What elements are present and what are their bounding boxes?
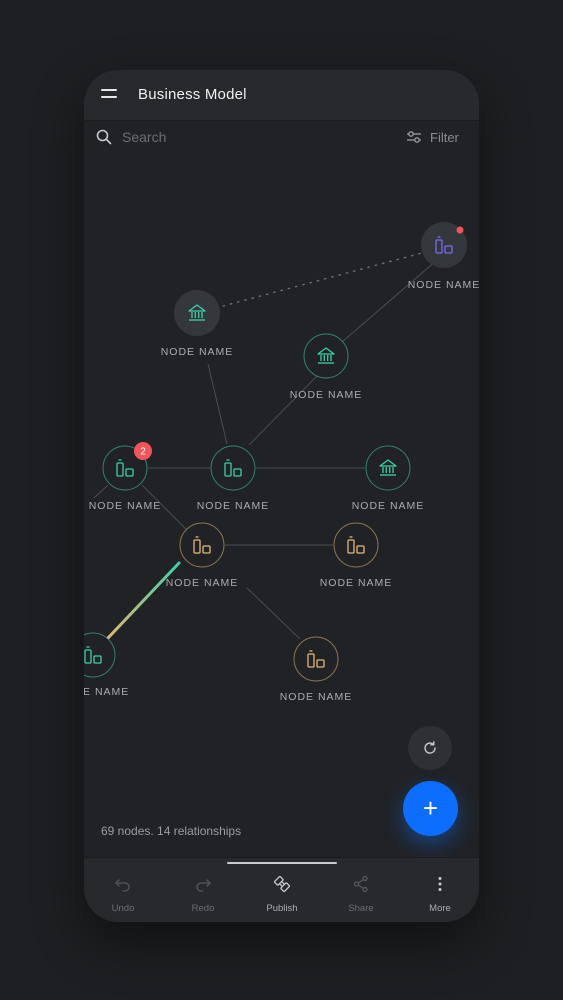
publish-icon (273, 875, 291, 893)
edge-highlight (106, 561, 181, 640)
plus-icon: + (422, 792, 439, 823)
graph-stats: 69 nodes. 14 relationships (101, 824, 242, 838)
publish-button[interactable]: Publish (252, 858, 312, 922)
graph-node[interactable] (365, 445, 411, 491)
graph-node[interactable] (293, 636, 339, 682)
edge (248, 375, 318, 446)
node-label: NODE NAME (84, 686, 130, 698)
share-label: Share (348, 903, 374, 914)
graph-node[interactable] (84, 632, 116, 678)
redo-icon (196, 879, 211, 892)
node-label: NODE NAME (88, 500, 162, 512)
node-label: NODE NAME (289, 389, 363, 401)
edge (207, 363, 228, 445)
more-label: More (429, 903, 451, 914)
notification-dot (456, 226, 464, 234)
graph-node[interactable] (174, 290, 220, 336)
phone-screen: Business Model Filter (84, 70, 479, 922)
edge (341, 259, 438, 343)
node-label: NODE NAME (196, 500, 270, 512)
node-label: NODE NAME (319, 577, 393, 589)
redo-label: Redo (191, 903, 215, 914)
redo-button[interactable]: Redo (173, 858, 233, 922)
node-label: NODE NAME (165, 577, 239, 589)
share-button[interactable]: Share (331, 858, 391, 922)
node-label: NODE NAME (351, 500, 425, 512)
bottom-toolbar: Undo Redo Publish Share More (84, 857, 479, 922)
edge (246, 587, 301, 640)
refresh-button[interactable] (408, 726, 452, 770)
more-vertical-icon (438, 877, 442, 891)
graph-node[interactable] (333, 522, 379, 568)
edge (93, 484, 109, 499)
undo-button[interactable]: Undo (93, 858, 153, 922)
graph-node[interactable] (303, 333, 349, 379)
refresh-icon (424, 741, 436, 754)
graph-node[interactable] (421, 222, 467, 268)
node-label: NODE NAME (279, 691, 353, 703)
svg-text:2: 2 (140, 447, 146, 458)
graph-node[interactable]: 2 (102, 442, 152, 491)
publish-label: Publish (266, 903, 298, 914)
add-node-button[interactable]: + (403, 781, 458, 836)
undo-icon (115, 879, 130, 892)
undo-label: Undo (111, 903, 135, 914)
share-icon (353, 875, 368, 893)
more-button[interactable]: More (410, 858, 470, 922)
edge (222, 252, 423, 307)
graph-node[interactable] (179, 522, 225, 568)
notification-badge: 2 (134, 442, 152, 460)
node-label: NODE NAME (160, 346, 234, 358)
node-label: NODE NAME (407, 279, 479, 291)
graph-node[interactable] (210, 445, 256, 491)
